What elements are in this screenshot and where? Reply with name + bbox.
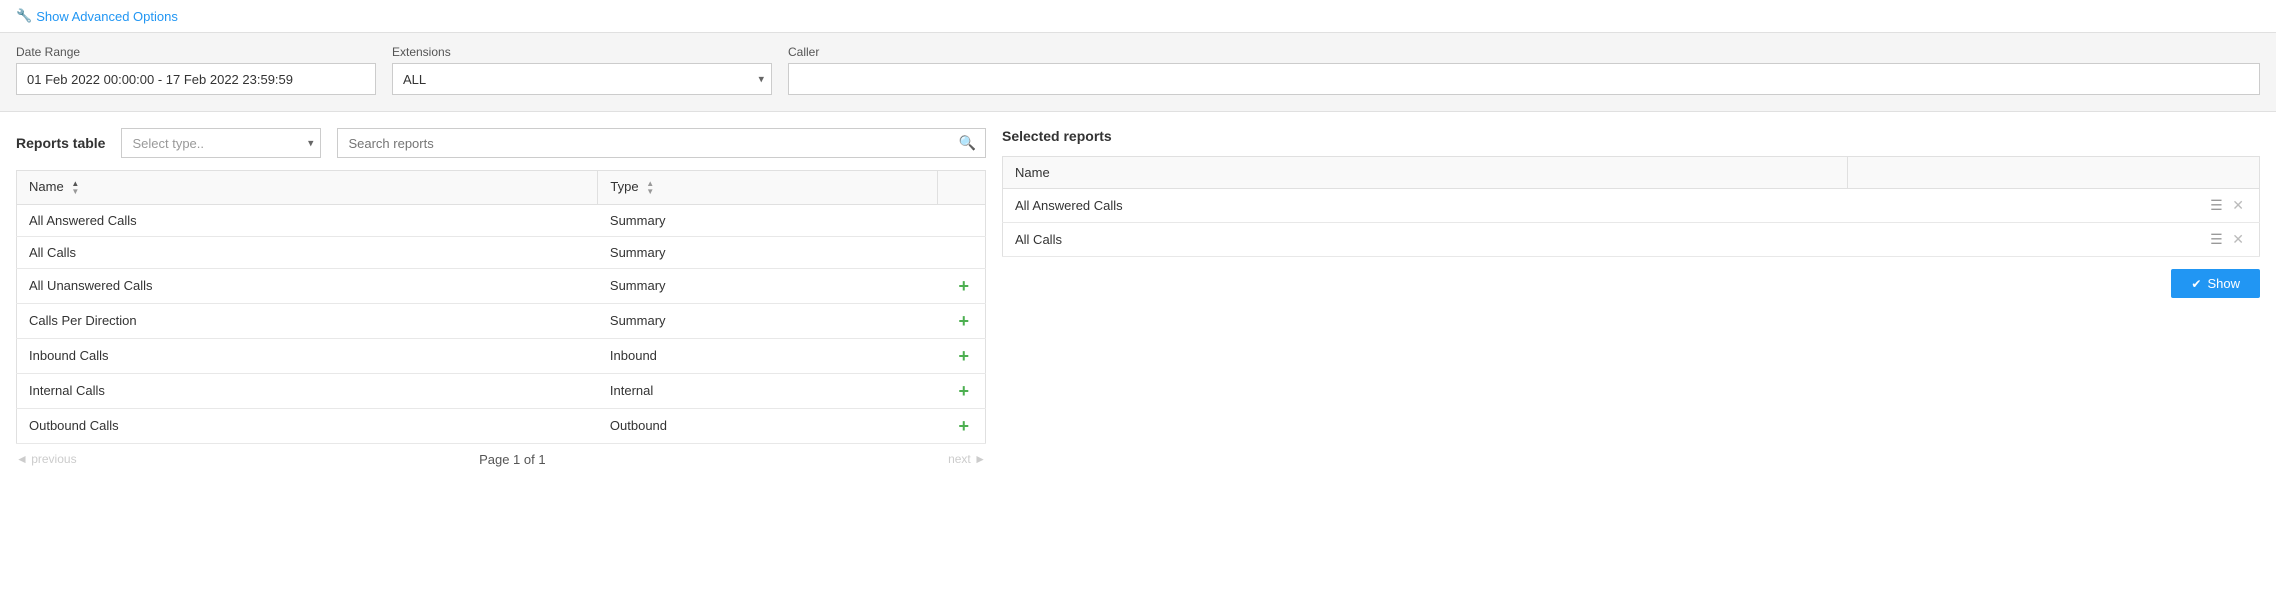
selected-row-actions-1: ☰ ✕ — [1848, 223, 2260, 257]
pagination-info: Page 1 of 1 — [479, 452, 546, 467]
name-sort-icons[interactable]: ▲ ▼ — [71, 180, 79, 196]
show-button[interactable]: ✔ Show — [2171, 269, 2260, 298]
extensions-select-wrapper: ALL ▾ — [392, 63, 772, 95]
selected-reports-title: Selected reports — [1002, 128, 1112, 144]
type-sort-icons[interactable]: ▲ ▼ — [646, 180, 654, 196]
extensions-label: Extensions — [392, 45, 772, 59]
add-button-2[interactable]: + — [954, 277, 973, 295]
search-input[interactable] — [337, 128, 986, 158]
col-header-name: Name ▲ ▼ — [17, 171, 598, 205]
search-wrapper: 🔍 — [337, 128, 986, 158]
row-name-6: Outbound Calls — [17, 408, 598, 443]
caller-input[interactable] — [788, 63, 2260, 95]
row-name-2: All Unanswered Calls — [17, 268, 598, 303]
pagination-prev[interactable]: ◄ previous — [16, 452, 77, 466]
add-button-5[interactable]: + — [954, 382, 973, 400]
table-row: Internal Calls Internal + — [17, 373, 986, 408]
remove-button-0[interactable]: ✕ — [2229, 197, 2247, 214]
row-type-4: Inbound — [598, 338, 937, 373]
date-range-group: Date Range — [16, 45, 376, 95]
table-row: All Unanswered Calls Summary + — [17, 268, 986, 303]
extensions-group: Extensions ALL ▾ — [392, 45, 772, 95]
type-select[interactable]: Select type.. Summary Inbound Internal O… — [121, 128, 321, 158]
reorder-button-0[interactable]: ☰ — [2207, 197, 2226, 214]
row-name-4: Inbound Calls — [17, 338, 598, 373]
selected-row-name-1: All Calls — [1003, 223, 1848, 257]
reorder-button-1[interactable]: ☰ — [2207, 231, 2226, 248]
filters-section: Date Range Extensions ALL ▾ Caller — [0, 33, 2276, 112]
row-type-0: Summary — [598, 204, 937, 236]
table-row: All Answered Calls Summary — [17, 204, 986, 236]
row-action-3: + — [937, 303, 985, 338]
row-name-0: All Answered Calls — [17, 204, 598, 236]
selected-row: All Calls ☰ ✕ — [1003, 223, 2260, 257]
add-button-6[interactable]: + — [954, 417, 973, 435]
reports-table-section: Reports table Select type.. Summary Inbo… — [16, 128, 986, 475]
row-type-2: Summary — [598, 268, 937, 303]
pagination: ◄ previous Page 1 of 1 next ► — [16, 444, 986, 475]
top-bar: 🔧 Show Advanced Options — [0, 0, 2276, 33]
selected-reports-section: Selected reports Name All Answered Calls… — [1002, 128, 2260, 475]
row-action-1 — [937, 236, 985, 268]
date-range-label: Date Range — [16, 45, 376, 59]
add-button-4[interactable]: + — [954, 347, 973, 365]
table-row: Outbound Calls Outbound + — [17, 408, 986, 443]
reports-table-header: Reports table Select type.. Summary Inbo… — [16, 128, 986, 158]
show-advanced-label: Show Advanced Options — [36, 9, 178, 24]
type-sort-desc: ▼ — [646, 188, 654, 196]
date-range-input[interactable] — [16, 63, 376, 95]
name-sort-desc: ▼ — [71, 188, 79, 196]
reports-table-title: Reports table — [16, 135, 105, 151]
main-content: Reports table Select type.. Summary Inbo… — [0, 112, 2276, 491]
type-select-wrapper: Select type.. Summary Inbound Internal O… — [121, 128, 321, 158]
reports-data-table: Name ▲ ▼ Type ▲ ▼ — [16, 170, 986, 444]
selected-col-name: Name — [1003, 157, 1848, 189]
add-button-3[interactable]: + — [954, 312, 973, 330]
table-row: Calls Per Direction Summary + — [17, 303, 986, 338]
show-advanced-button[interactable]: 🔧 Show Advanced Options — [16, 8, 178, 24]
row-type-3: Summary — [598, 303, 937, 338]
selected-col-actions — [1848, 157, 2260, 189]
show-btn-label: Show — [2207, 276, 2240, 291]
row-action-2: + — [937, 268, 985, 303]
table-row: Inbound Calls Inbound + — [17, 338, 986, 373]
row-action-5: + — [937, 373, 985, 408]
row-action-4: + — [937, 338, 985, 373]
row-name-5: Internal Calls — [17, 373, 598, 408]
selected-row-actions-0: ☰ ✕ — [1848, 189, 2260, 223]
extensions-select[interactable]: ALL — [392, 63, 772, 95]
pagination-next[interactable]: next ► — [948, 452, 986, 466]
row-action-6: + — [937, 408, 985, 443]
row-type-1: Summary — [598, 236, 937, 268]
wrench-icon: 🔧 — [16, 8, 32, 24]
table-row: All Calls Summary — [17, 236, 986, 268]
col-header-type: Type ▲ ▼ — [598, 171, 937, 205]
show-btn-row: ✔ Show — [1002, 257, 2260, 298]
row-name-3: Calls Per Direction — [17, 303, 598, 338]
caller-group: Caller — [788, 45, 2260, 95]
selected-row-name-0: All Answered Calls — [1003, 189, 1848, 223]
caller-label: Caller — [788, 45, 2260, 59]
selected-row: All Answered Calls ☰ ✕ — [1003, 189, 2260, 223]
row-type-6: Outbound — [598, 408, 937, 443]
selected-header-row: Name — [1003, 157, 2260, 189]
remove-button-1[interactable]: ✕ — [2229, 231, 2247, 248]
selected-reports-table: Name All Answered Calls ☰ ✕ All Calls ☰ … — [1002, 156, 2260, 257]
row-action-0 — [937, 204, 985, 236]
col-header-action — [937, 171, 985, 205]
row-name-1: All Calls — [17, 236, 598, 268]
row-type-5: Internal — [598, 373, 937, 408]
filters-row: Date Range Extensions ALL ▾ Caller — [16, 45, 2260, 95]
check-icon: ✔ — [2191, 277, 2201, 291]
table-header-row: Name ▲ ▼ Type ▲ ▼ — [17, 171, 986, 205]
